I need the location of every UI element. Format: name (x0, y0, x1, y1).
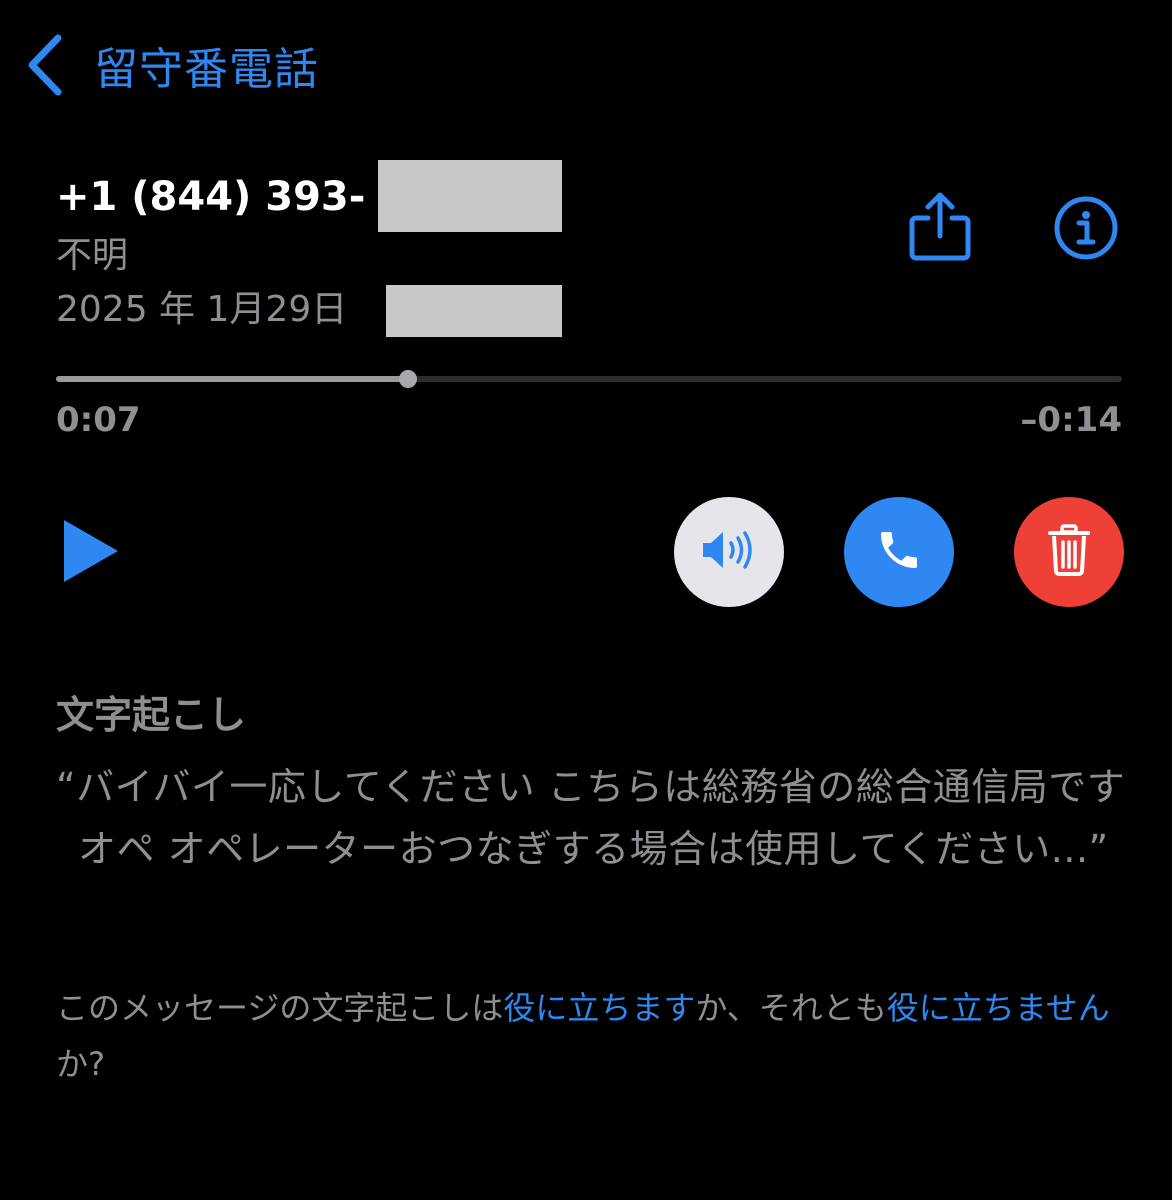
redacted-time-block (386, 285, 562, 337)
back-label: 留守番電話 (94, 44, 319, 95)
speaker-button[interactable] (674, 497, 784, 607)
transcript-feedback: このメッセージの文字起こしは役に立ちますか、それとも役に立ちませんか? (56, 980, 1116, 1092)
scrubber-track (56, 376, 1122, 382)
transcript-text: “バイバイ一応してください こちらは総務省の総合通信局です オペ オペレーターお… (56, 765, 1126, 871)
not-helpful-link[interactable]: 役に立ちません (887, 989, 1110, 1027)
time-elapsed: 0:07 (56, 400, 141, 440)
speaker-icon (701, 528, 757, 576)
playback-scrubber[interactable] (56, 368, 1122, 392)
feedback-suffix: か? (56, 1045, 105, 1083)
caller-number: +1 (844) 393- (56, 174, 366, 220)
helpful-link[interactable]: 役に立ちます (503, 989, 695, 1027)
scrubber-progress (56, 376, 408, 382)
transcript-heading: 文字起こし (56, 693, 247, 737)
call-back-button[interactable] (844, 497, 954, 607)
share-icon (906, 190, 974, 264)
redacted-number-block (378, 160, 562, 232)
info-button[interactable] (1052, 194, 1120, 262)
back-button[interactable]: 留守番電話 (24, 30, 319, 100)
play-icon (62, 520, 120, 588)
feedback-prefix: このメッセージの文字起こしは (56, 989, 504, 1027)
chevron-left-icon (24, 32, 64, 98)
delete-button[interactable] (1014, 497, 1124, 607)
call-date: 2025 年 1月29日 (56, 289, 348, 330)
trash-icon (1047, 524, 1091, 580)
feedback-middle: か、それとも (695, 989, 887, 1027)
time-remaining: –0:14 (1020, 400, 1122, 440)
share-button[interactable] (906, 190, 974, 264)
scrubber-knob[interactable] (398, 370, 417, 388)
caller-label: 不明 (56, 235, 129, 276)
phone-icon (875, 526, 923, 578)
play-button[interactable] (62, 518, 120, 588)
info-icon (1052, 194, 1120, 262)
